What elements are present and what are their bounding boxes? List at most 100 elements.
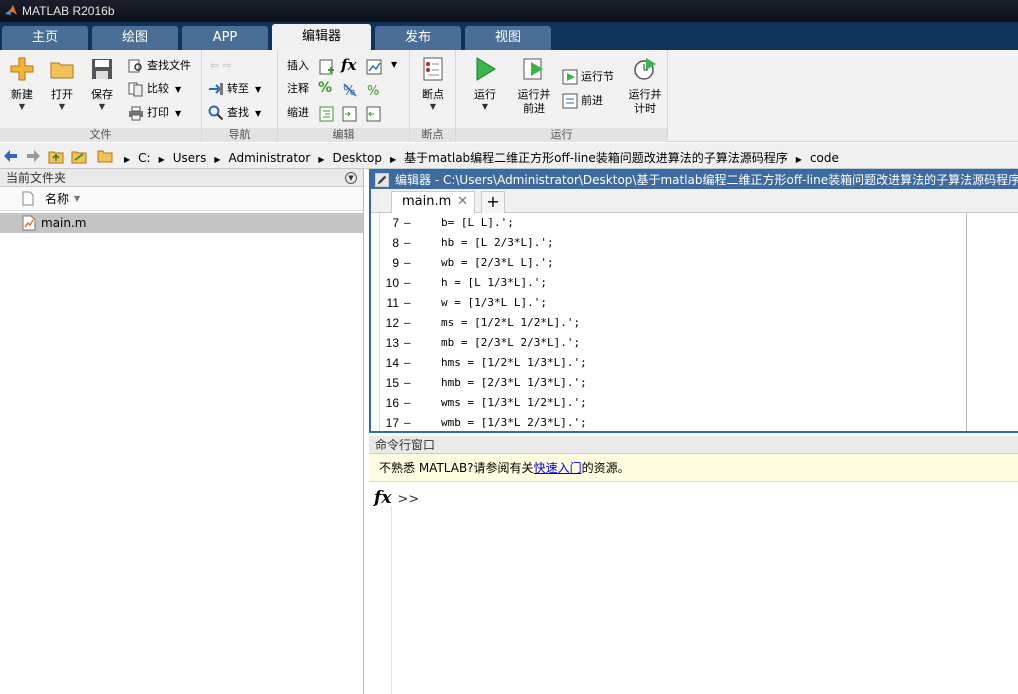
prompt-symbol: >> bbox=[397, 492, 420, 507]
close-icon[interactable]: ✕ bbox=[457, 192, 468, 212]
browse-folder-icon[interactable] bbox=[71, 148, 87, 164]
insert-chart-icon[interactable] bbox=[365, 58, 383, 76]
back-forward-buttons[interactable]: ⇦ ⇨ bbox=[210, 57, 232, 75]
breakpoint-marker[interactable]: – bbox=[404, 233, 411, 253]
advance-button[interactable]: 前进 bbox=[562, 92, 603, 110]
code-text[interactable]: mb = [2/3*L 2/3*L].'; bbox=[441, 333, 580, 353]
line-number: 10 bbox=[385, 276, 399, 290]
dropdown-arrow-icon[interactable]: ▼ bbox=[175, 85, 181, 94]
code-text[interactable]: hmb = [2/3*L 1/3*L].'; bbox=[441, 373, 587, 393]
code-text[interactable]: b= [L L].'; bbox=[441, 213, 514, 233]
getting-started-link[interactable]: 快速入门 bbox=[534, 461, 582, 475]
increase-indent-icon[interactable] bbox=[341, 105, 359, 123]
folder-icon bbox=[97, 150, 113, 163]
line-number: 7 bbox=[392, 216, 399, 230]
code-text[interactable]: wms = [1/3*L 1/2*L].'; bbox=[441, 393, 587, 413]
file-name: main.m bbox=[41, 216, 87, 230]
tab-editor[interactable]: 编辑器 bbox=[272, 24, 371, 50]
crumb-administrator[interactable]: Administrator bbox=[229, 151, 311, 165]
breakpoint-marker[interactable]: – bbox=[404, 373, 411, 393]
decrease-indent-icon[interactable] bbox=[365, 105, 383, 123]
run-button[interactable]: 运行 ▼ bbox=[466, 56, 504, 112]
tab-publish[interactable]: 发布 bbox=[375, 26, 461, 50]
code-text[interactable]: ms = [1/2*L 1/2*L].'; bbox=[441, 313, 580, 333]
crumb-project-folder[interactable]: 基于matlab编程二维正方形off-line装箱问题改进算法的子算法源码程序 bbox=[404, 151, 788, 165]
breakpoints-group-title: 断点 bbox=[410, 128, 455, 142]
sort-arrow-icon[interactable]: ▼ bbox=[74, 187, 80, 211]
uncomment-icon[interactable]: % bbox=[341, 81, 359, 99]
run-and-time-button[interactable]: 运行并 计时 bbox=[624, 56, 666, 116]
breakpoint-marker[interactable]: – bbox=[404, 253, 411, 273]
dropdown-arrow-icon[interactable]: ▼ bbox=[175, 109, 181, 118]
up-folder-icon[interactable] bbox=[48, 148, 64, 164]
new-tab-button[interactable]: + bbox=[481, 191, 505, 213]
print-button[interactable]: 打印 ▼ bbox=[128, 104, 181, 122]
code-text[interactable]: hb = [L 2/3*L].'; bbox=[441, 233, 554, 253]
code-text[interactable]: h = [L 1/3*L].'; bbox=[441, 273, 547, 293]
command-prompt[interactable]: fx >> bbox=[374, 488, 419, 508]
breakpoint-marker[interactable]: – bbox=[404, 333, 411, 353]
breakpoints-button[interactable]: 断点 ▼ bbox=[414, 56, 452, 112]
insert-section-icon[interactable] bbox=[318, 58, 336, 76]
wrap-comments-icon[interactable]: % bbox=[365, 81, 383, 99]
back-arrow-icon[interactable] bbox=[3, 148, 19, 164]
code-text[interactable]: w = [1/3*L L].'; bbox=[441, 293, 547, 313]
breakpoint-marker[interactable]: – bbox=[404, 393, 411, 413]
tab-home[interactable]: 主页 bbox=[2, 26, 88, 50]
breakpoint-marker[interactable]: – bbox=[404, 353, 411, 373]
breakpoint-marker[interactable]: – bbox=[404, 273, 411, 293]
dropdown-arrow-icon: ▼ bbox=[18, 102, 26, 111]
compare-button[interactable]: 比较 ▼ bbox=[128, 80, 181, 98]
code-text[interactable]: wmb = [1/3*L 2/3*L].'; bbox=[441, 413, 587, 431]
run-and-advance-button[interactable]: 运行并 前进 bbox=[514, 56, 554, 116]
name-column-header[interactable]: 名称 bbox=[45, 187, 69, 211]
breakpoint-marker[interactable]: – bbox=[404, 313, 411, 333]
crumb-desktop[interactable]: Desktop bbox=[332, 151, 382, 165]
tab-plots[interactable]: 绘图 bbox=[92, 26, 178, 50]
new-label: 新建 bbox=[11, 88, 33, 101]
breakpoint-marker[interactable]: – bbox=[404, 213, 411, 233]
editor-tab-main[interactable]: main.m ✕ bbox=[391, 191, 475, 213]
tab-apps[interactable]: APP bbox=[182, 26, 268, 50]
breakpoint-marker[interactable]: – bbox=[404, 413, 411, 431]
dropdown-arrow-icon[interactable]: ▼ bbox=[255, 109, 261, 118]
find-files-button[interactable]: 查找文件 bbox=[128, 57, 191, 75]
panel-actions-icon[interactable]: ▼ bbox=[345, 172, 357, 184]
insert-function-icon[interactable]: fx bbox=[341, 56, 359, 74]
run-play-icon bbox=[476, 57, 496, 81]
new-button[interactable]: 新建 ▼ bbox=[3, 56, 41, 112]
find-button[interactable]: 查找 ▼ bbox=[208, 104, 261, 122]
crumb-users[interactable]: Users bbox=[173, 151, 207, 165]
code-area[interactable]: 7– b= [L L].'; 8– hb = [L 2/3*L].'; 9– wb =… bbox=[371, 213, 1018, 431]
line-number: 17 bbox=[385, 416, 399, 430]
dropdown-arrow-icon[interactable]: ▼ bbox=[255, 85, 261, 94]
comment-percent-icon[interactable]: % bbox=[318, 80, 336, 98]
function-browser-icon[interactable]: fx bbox=[374, 488, 391, 508]
open-button[interactable]: 打开 ▼ bbox=[43, 56, 81, 112]
insert-label: 插入 bbox=[287, 59, 309, 72]
advance-icon bbox=[562, 93, 578, 109]
crumb-code[interactable]: code bbox=[810, 151, 839, 165]
dropdown-arrow-icon: ▼ bbox=[481, 102, 489, 111]
code-text[interactable]: wb = [2/3*L L].'; bbox=[441, 253, 554, 273]
svg-text:%: % bbox=[343, 84, 355, 99]
line-number: 12 bbox=[385, 316, 399, 330]
smart-indent-icon[interactable] bbox=[318, 105, 336, 123]
command-gutter bbox=[391, 506, 392, 694]
forward-arrow-icon[interactable]: ⇨ bbox=[223, 59, 232, 72]
run-section-button[interactable]: 运行节 bbox=[562, 68, 614, 86]
goto-button[interactable]: 转至 ▼ bbox=[208, 80, 261, 98]
dropdown-arrow-icon: ▼ bbox=[98, 102, 106, 111]
tab-view[interactable]: 视图 bbox=[465, 26, 551, 50]
run-section-label: 运行节 bbox=[581, 70, 614, 83]
code-text[interactable]: hms = [1/2*L 1/3*L].'; bbox=[441, 353, 587, 373]
breakpoint-marker[interactable]: – bbox=[404, 293, 411, 313]
matlab-logo-icon bbox=[5, 5, 17, 15]
dropdown-arrow-icon[interactable]: ▼ bbox=[391, 60, 409, 78]
file-row[interactable]: main.m bbox=[0, 213, 363, 233]
crumb-drive[interactable]: C: bbox=[138, 151, 150, 165]
run-label: 运行 bbox=[474, 88, 496, 101]
forward-arrow-icon[interactable] bbox=[25, 148, 41, 164]
save-button[interactable]: 保存 ▼ bbox=[83, 56, 121, 112]
back-arrow-icon[interactable]: ⇦ bbox=[210, 59, 219, 72]
